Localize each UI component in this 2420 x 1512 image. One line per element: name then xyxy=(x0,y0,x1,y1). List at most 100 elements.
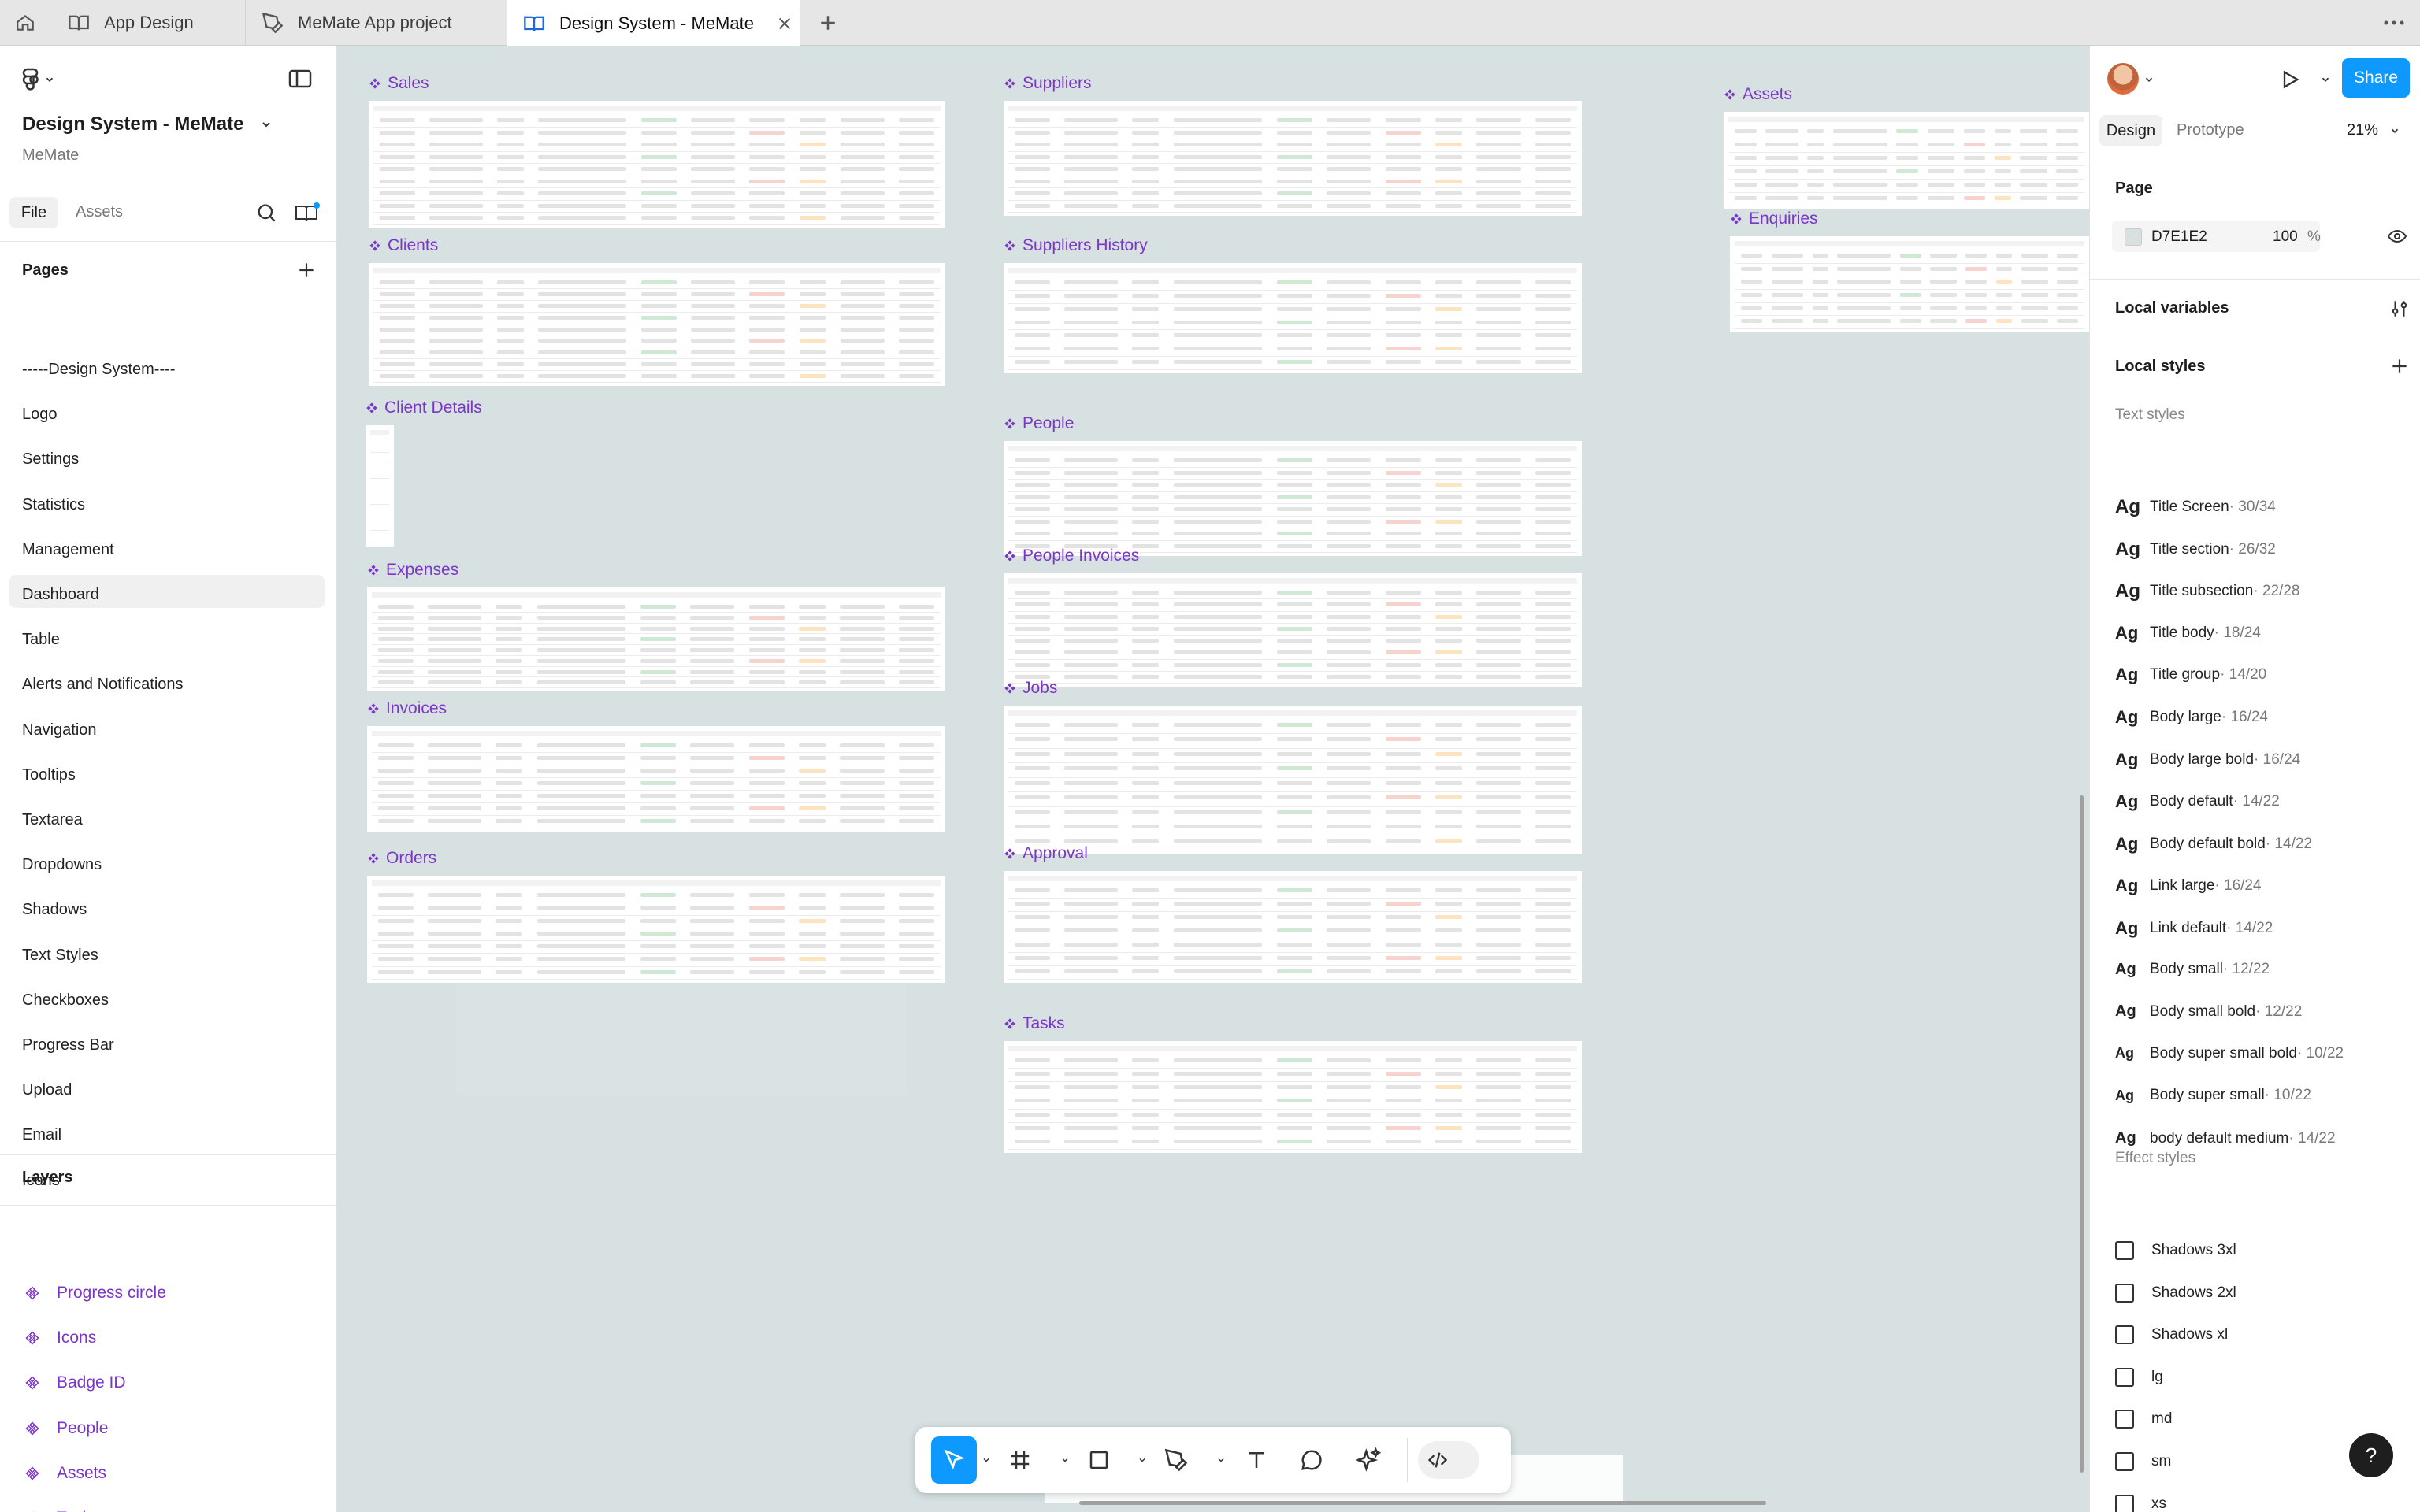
more-menu-button[interactable] xyxy=(2382,13,2414,33)
tab-file[interactable]: File xyxy=(9,197,58,228)
close-icon[interactable] xyxy=(776,15,793,32)
tab-memate-app-project[interactable]: MeMate App project xyxy=(246,0,507,46)
table-frame[interactable] xyxy=(1004,706,1582,854)
page-item[interactable]: Dropdowns xyxy=(22,856,102,874)
chevron-down-icon[interactable] xyxy=(1060,1455,1070,1465)
page-item[interactable]: Textarea xyxy=(22,811,83,829)
layer-item[interactable]: Tasks xyxy=(32,1509,99,1512)
table-frame[interactable] xyxy=(1004,573,1582,687)
avatar[interactable] xyxy=(2107,63,2139,94)
page-item[interactable]: Statistics xyxy=(22,496,85,514)
effect-style-item[interactable]: xs xyxy=(2115,1494,2166,1512)
share-button[interactable]: Share xyxy=(2342,58,2410,98)
tab-design[interactable]: Design xyxy=(2099,115,2162,146)
variables-button[interactable] xyxy=(2389,298,2410,320)
frame-title[interactable]: Orders xyxy=(367,849,436,868)
frame-title[interactable]: Jobs xyxy=(1004,679,1057,698)
table-frame[interactable] xyxy=(369,101,945,228)
zoom-dropdown[interactable]: 21% xyxy=(2347,121,2400,139)
bg-opacity-input[interactable]: 100 xyxy=(2273,228,2298,246)
table-frame[interactable] xyxy=(1724,112,2089,209)
chevron-down-icon[interactable] xyxy=(260,118,273,131)
frame-title[interactable]: Invoices xyxy=(367,699,447,718)
table-frame[interactable] xyxy=(1004,263,1582,373)
team-name[interactable]: MeMate xyxy=(22,146,79,165)
horizontal-scrollbar[interactable] xyxy=(1079,1501,1766,1505)
text-style-item[interactable]: Ag Body default bold · 14/22 xyxy=(2115,834,2312,854)
help-button[interactable]: ? xyxy=(2349,1433,2393,1477)
frame-title[interactable]: Suppliers History xyxy=(1004,236,1148,255)
tab-prototype[interactable]: Prototype xyxy=(2177,121,2244,139)
dev-mode-toggle[interactable] xyxy=(1418,1441,1479,1479)
layer-item[interactable]: Icons xyxy=(25,1329,96,1347)
layer-item[interactable]: People xyxy=(25,1419,108,1438)
effect-style-item[interactable]: sm xyxy=(2115,1452,2171,1471)
table-frame[interactable] xyxy=(367,876,945,983)
page-item[interactable]: Table xyxy=(22,631,60,649)
page-item[interactable]: -----Design System---- xyxy=(22,361,175,379)
page-item[interactable]: Navigation xyxy=(22,721,97,739)
table-frame[interactable] xyxy=(1730,236,2089,332)
table-frame[interactable] xyxy=(369,263,945,386)
present-button[interactable] xyxy=(2279,68,2301,91)
chevron-down-icon[interactable] xyxy=(1138,1455,1147,1465)
text-style-item[interactable]: Ag Body default · 14/22 xyxy=(2115,791,2280,812)
frame-title[interactable]: Sales xyxy=(369,74,429,93)
page-item[interactable]: Upload xyxy=(22,1081,72,1099)
table-frame[interactable] xyxy=(1004,1041,1582,1153)
layer-item[interactable]: Assets xyxy=(25,1464,106,1483)
new-tab-button[interactable] xyxy=(816,11,841,35)
text-style-item[interactable]: Ag Link large · 16/24 xyxy=(2115,876,2262,896)
vertical-scrollbar[interactable] xyxy=(2080,795,2084,1473)
page-item[interactable]: Email xyxy=(22,1126,61,1144)
frame-title[interactable]: Assets xyxy=(1724,85,1792,104)
text-tool[interactable] xyxy=(1234,1436,1279,1484)
table-frame[interactable] xyxy=(367,587,945,691)
library-button[interactable] xyxy=(295,202,320,224)
file-name[interactable]: Design System - MeMate xyxy=(22,113,243,135)
effect-style-item[interactable]: Shadows 3xl xyxy=(2115,1241,2236,1260)
frame-title[interactable]: Client Details xyxy=(366,398,482,417)
page-item[interactable]: Tooltips xyxy=(22,766,76,784)
chevron-down-icon[interactable] xyxy=(1216,1455,1226,1465)
effect-style-item[interactable]: Shadows 2xl xyxy=(2115,1283,2236,1303)
frame-title[interactable]: Approval xyxy=(1004,844,1088,863)
table-frame[interactable] xyxy=(367,726,945,832)
tab-app-design[interactable]: App Design xyxy=(52,0,246,46)
text-style-item[interactable]: Ag Body large · 16/24 xyxy=(2115,707,2268,728)
text-style-item[interactable]: Ag Body small bold · 12/22 xyxy=(2115,1002,2302,1021)
main-menu-button[interactable] xyxy=(22,68,55,91)
pen-tool[interactable] xyxy=(1153,1436,1199,1484)
frame-title[interactable]: People xyxy=(1004,414,1074,433)
add-page-button[interactable] xyxy=(296,260,317,280)
text-style-item[interactable]: Ag Link default · 14/22 xyxy=(2115,918,2273,939)
table-frame[interactable] xyxy=(1004,441,1582,556)
table-frame[interactable] xyxy=(1004,101,1582,216)
frame-tool[interactable] xyxy=(997,1436,1043,1484)
text-style-item[interactable]: Ag Body super small · 10/22 xyxy=(2115,1087,2311,1104)
text-style-item[interactable]: Ag body default medium · 14/22 xyxy=(2115,1129,2336,1147)
effect-style-item[interactable]: lg xyxy=(2115,1367,2163,1387)
text-style-item[interactable]: Ag Title Screen · 30/34 xyxy=(2115,496,2276,518)
text-style-item[interactable]: Ag Body large bold · 16/24 xyxy=(2115,750,2300,770)
page-item[interactable]: Checkboxes xyxy=(22,991,109,1010)
visibility-toggle[interactable] xyxy=(2386,227,2408,246)
frame-title[interactable]: Enquiries xyxy=(1730,209,1818,228)
shape-tool[interactable] xyxy=(1076,1436,1122,1484)
local-variables-title[interactable]: Local variables xyxy=(2115,299,2229,317)
text-style-item[interactable]: Ag Title subsection · 22/28 xyxy=(2115,580,2299,602)
home-button[interactable] xyxy=(11,11,39,35)
actions-tool[interactable] xyxy=(1345,1436,1391,1484)
page-item[interactable]: Management xyxy=(22,541,114,559)
frame-title[interactable]: Expenses xyxy=(367,561,458,580)
layer-item[interactable]: Progress circle xyxy=(25,1284,166,1303)
page-item[interactable]: Text Styles xyxy=(22,947,98,965)
frame-title[interactable]: Tasks xyxy=(1004,1014,1065,1033)
page-item[interactable]: Dashboard xyxy=(22,586,99,604)
frame-title[interactable]: Suppliers xyxy=(1004,74,1092,93)
page-item[interactable]: Progress Bar xyxy=(22,1036,114,1054)
move-tool[interactable] xyxy=(931,1436,977,1484)
chevron-down-icon[interactable] xyxy=(2143,74,2155,85)
frame-title[interactable]: Clients xyxy=(369,236,438,255)
comment-tool[interactable] xyxy=(1289,1436,1334,1484)
